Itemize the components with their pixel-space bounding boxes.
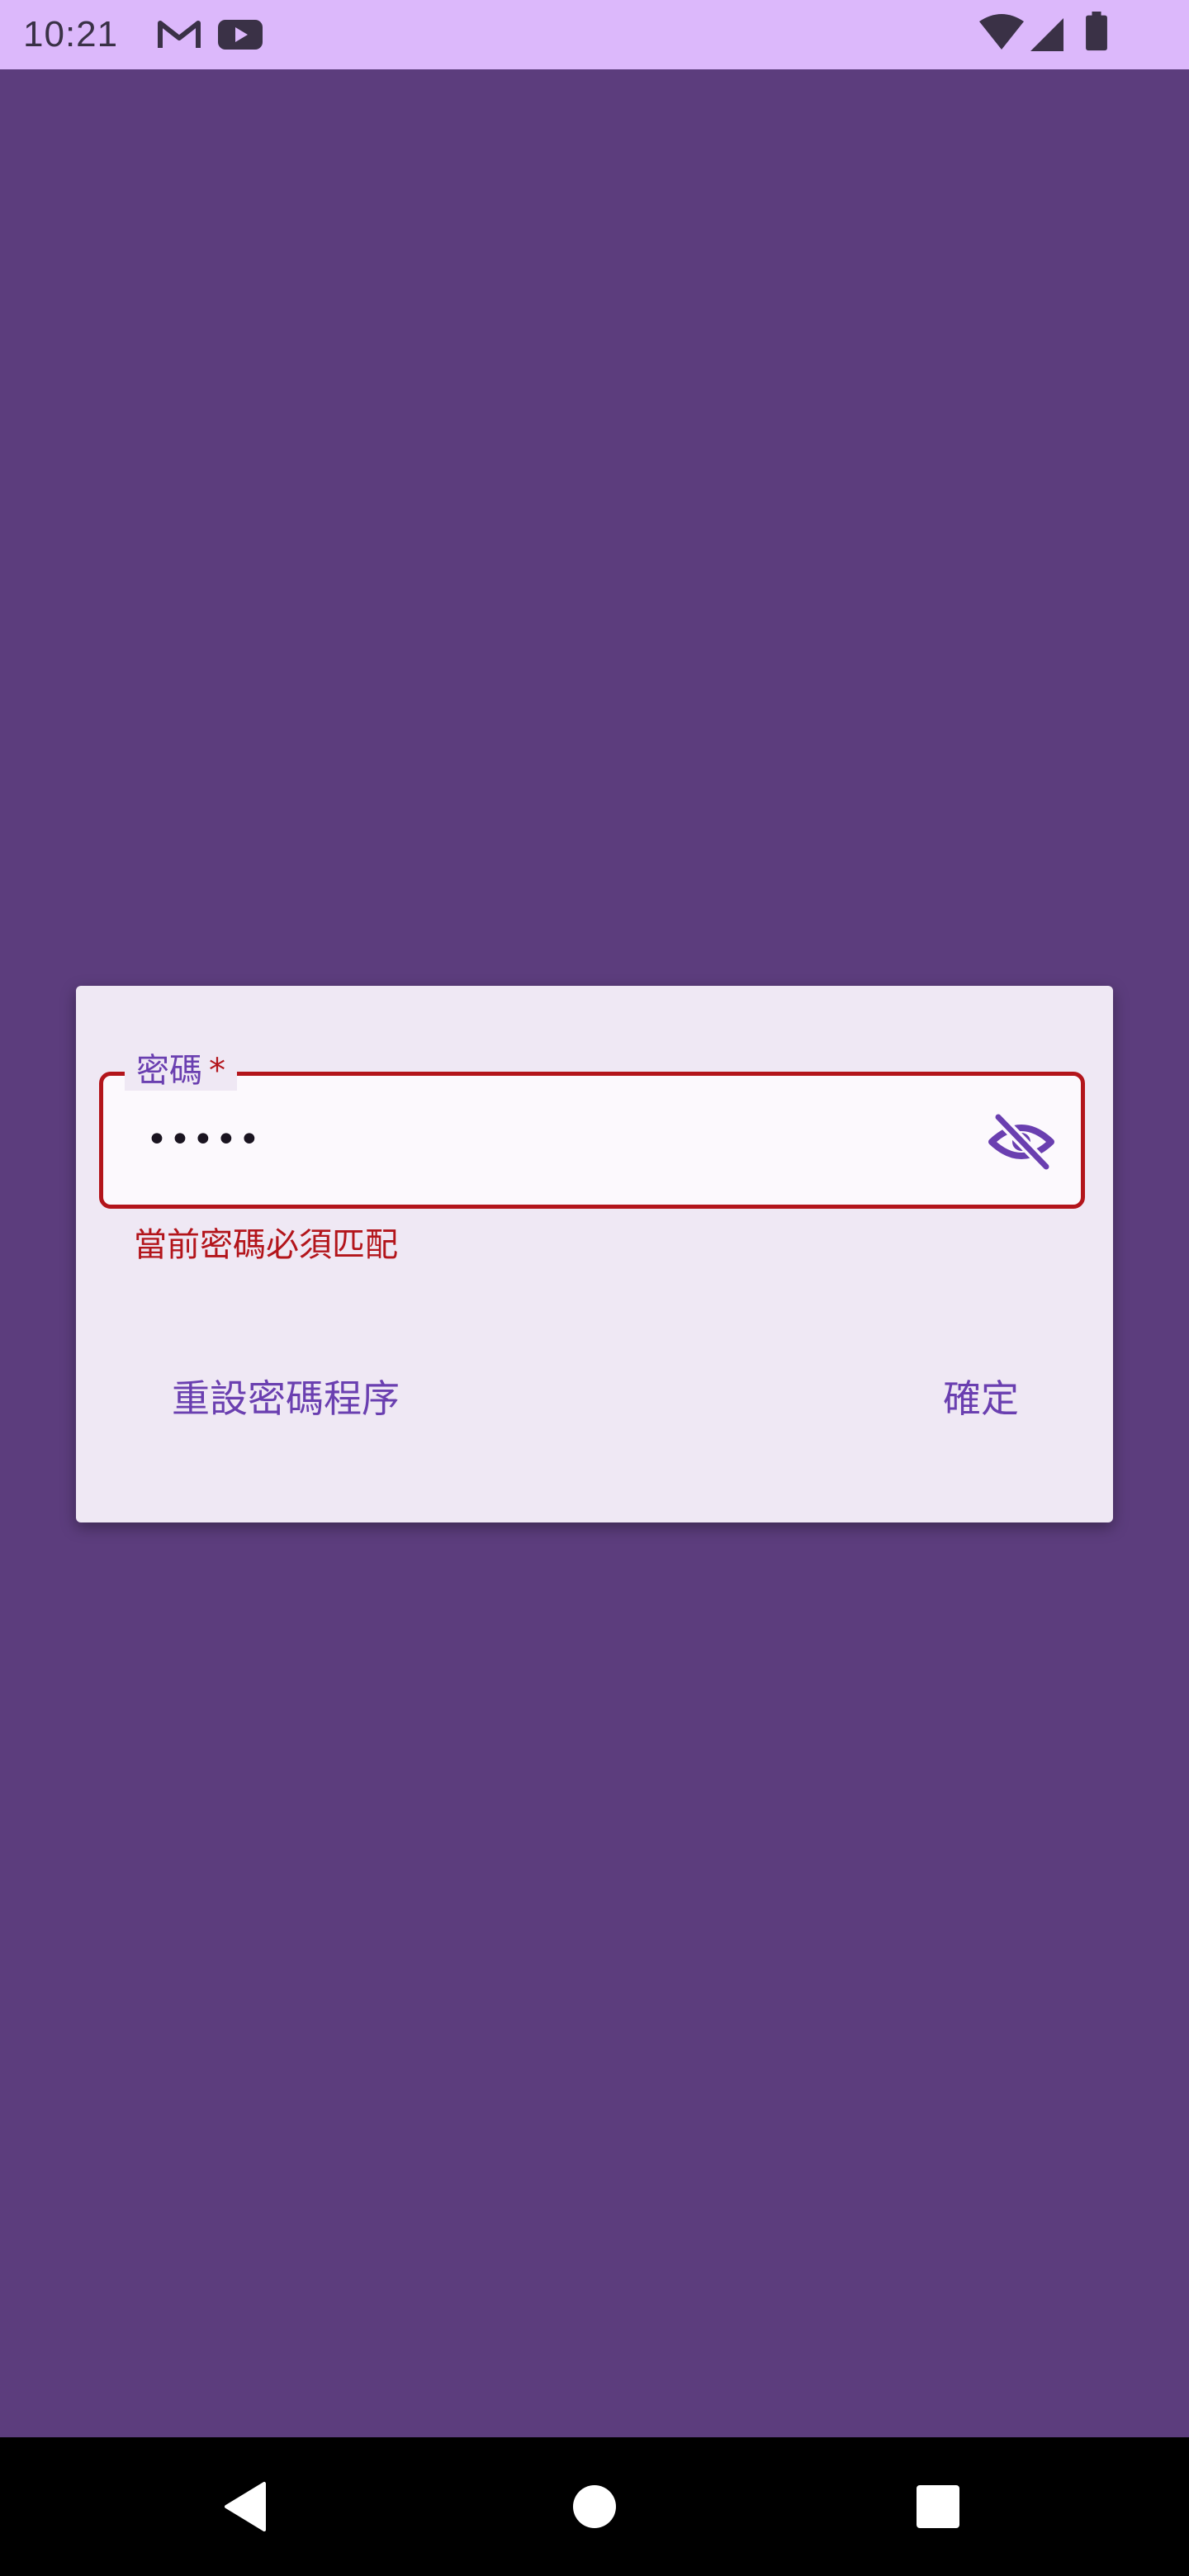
visibility-off-icon[interactable] — [987, 1110, 1056, 1173]
youtube-icon — [218, 20, 263, 50]
password-error-message: 當前密碼必須匹配 — [134, 1226, 398, 1264]
reset-password-button[interactable]: 重設密碼程序 — [160, 1366, 411, 1432]
navigation-bar — [0, 2437, 1189, 2576]
password-field[interactable]: 密碼 * ••••• — [99, 1051, 1085, 1209]
gmail-icon — [158, 21, 201, 48]
status-time: 10:21 — [23, 14, 119, 54]
status-bar: 10:21 — [0, 0, 1189, 69]
cell-signal-icon — [1030, 18, 1063, 51]
confirm-button[interactable]: 確定 — [931, 1366, 1030, 1432]
back-icon[interactable] — [210, 2469, 286, 2545]
battery-icon — [1086, 12, 1107, 51]
required-marker: * — [209, 1052, 225, 1090]
password-field-label: 密碼 * — [125, 1051, 237, 1091]
home-icon[interactable] — [557, 2469, 632, 2545]
recents-icon[interactable] — [900, 2469, 976, 2545]
password-dialog: 密碼 * ••••• 當前密碼必須匹配 重設密碼程序 確定 — [76, 986, 1113, 1522]
password-input[interactable]: ••••• — [146, 1117, 262, 1163]
wifi-icon — [979, 14, 1024, 50]
